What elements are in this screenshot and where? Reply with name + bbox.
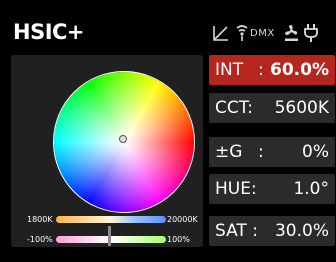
param-cct-label: CCT: xyxy=(215,98,253,118)
param-hue[interactable]: HUE: 1.0° xyxy=(209,174,335,204)
tint-slider[interactable] xyxy=(56,236,166,243)
param-green-sep: : xyxy=(258,142,264,162)
param-int-value: 60.0% xyxy=(270,60,329,80)
param-green-label: ±G xyxy=(215,142,243,162)
param-int-label: INT xyxy=(215,60,244,80)
status-bar: DMX xyxy=(212,22,318,44)
curve-icon xyxy=(213,26,228,41)
tint-max-label: 100% xyxy=(167,235,190,244)
param-green[interactable]: ±G : 0% xyxy=(209,137,335,167)
fan-icon xyxy=(284,25,298,41)
param-int-sep: : xyxy=(258,60,264,80)
color-wheel-cursor[interactable] xyxy=(119,135,127,143)
param-sat-value: 30.0% xyxy=(274,221,329,241)
cct-max-label: 20000K xyxy=(167,215,198,224)
param-sat-label: SAT : xyxy=(215,221,258,241)
tint-min-label: -100% xyxy=(27,235,53,244)
param-cct-value: 5600K xyxy=(274,98,329,118)
color-wheel-panel: 1800K 20000K -100% 100% xyxy=(11,55,203,247)
cct-min-label: 1800K xyxy=(27,215,53,224)
param-int[interactable]: INT : 60.0% xyxy=(209,55,335,85)
wireless-icon xyxy=(236,25,248,41)
param-green-value: 0% xyxy=(302,142,329,162)
plug-icon xyxy=(303,24,318,42)
page-title: HSIC+ xyxy=(13,20,85,44)
slider-cursor[interactable] xyxy=(108,226,111,246)
param-sat[interactable]: SAT : 30.0% xyxy=(209,216,335,246)
param-hue-label: HUE: xyxy=(215,179,257,199)
param-hue-value: 1.0° xyxy=(293,179,329,199)
dmx-label: DMX xyxy=(250,27,275,39)
param-cct[interactable]: CCT: 5600K xyxy=(209,93,335,123)
cct-slider[interactable] xyxy=(56,216,166,223)
